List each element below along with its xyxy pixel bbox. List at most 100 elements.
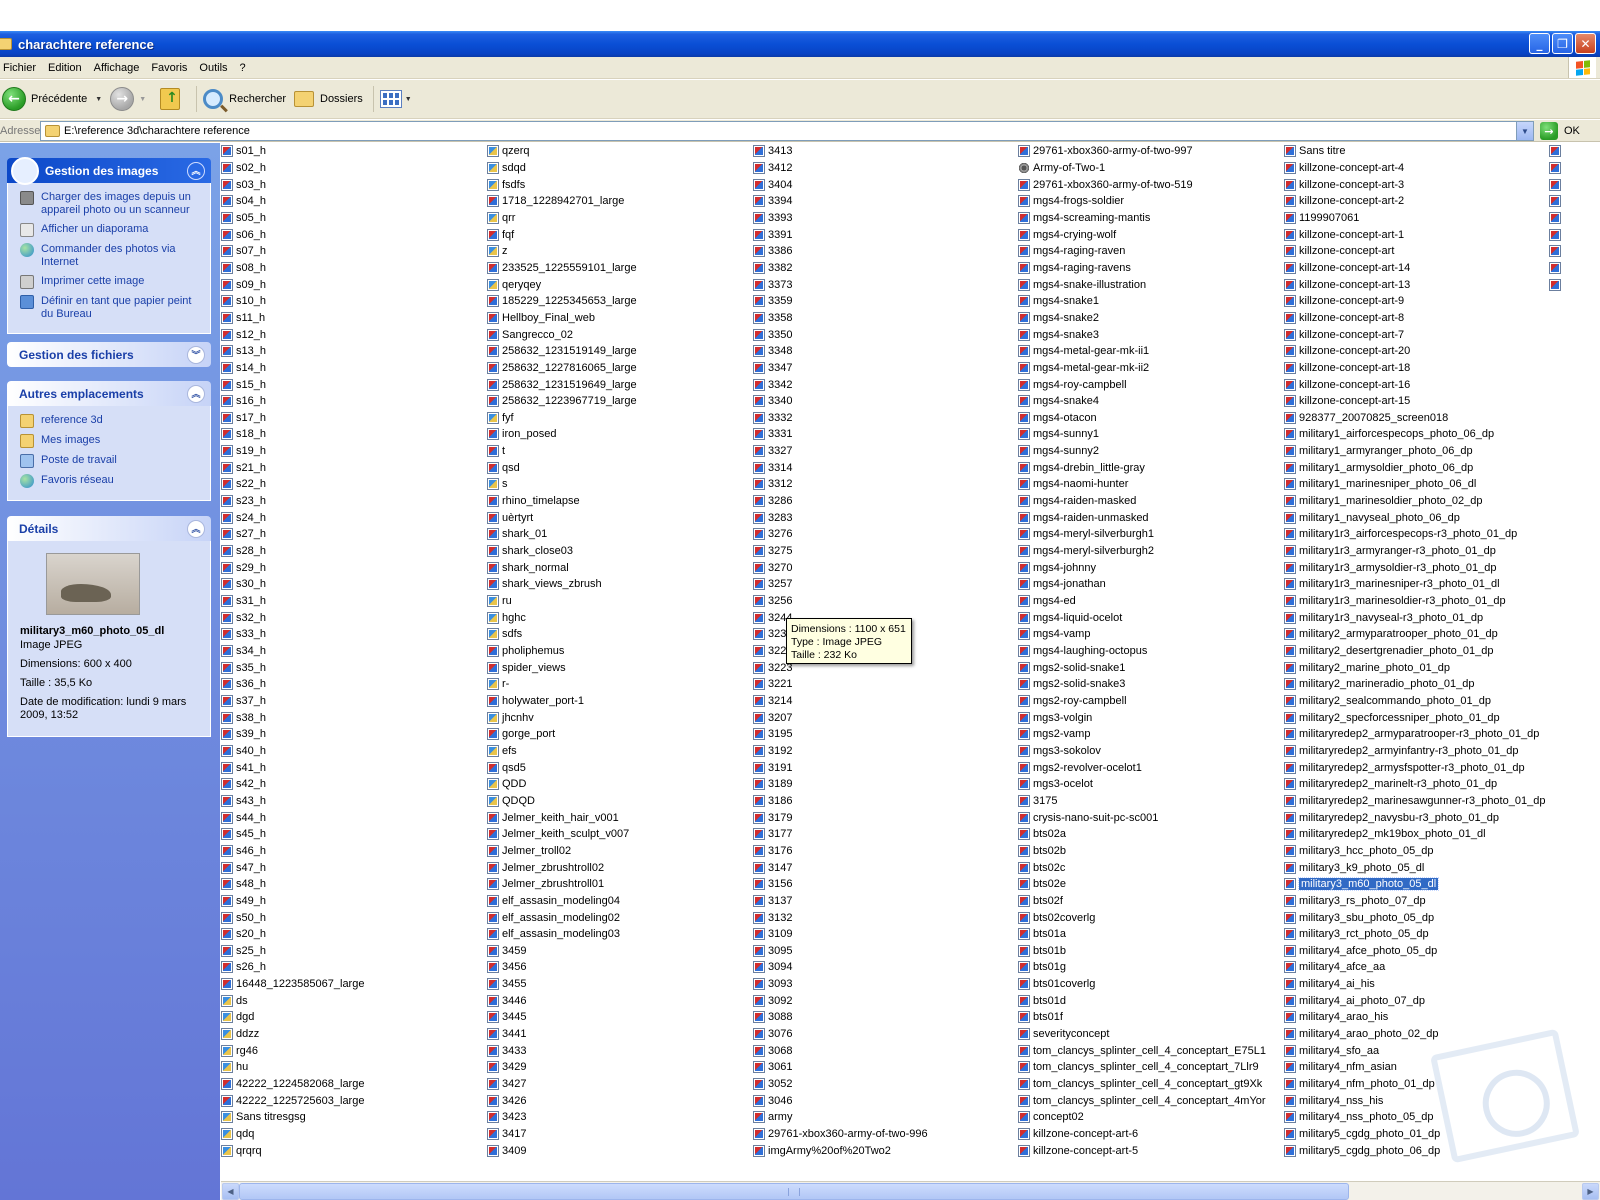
scroll-thumb[interactable] xyxy=(239,1183,1349,1200)
file-item[interactable]: s30_h xyxy=(221,576,364,593)
file-item[interactable]: 3207 xyxy=(753,709,928,726)
file-item[interactable]: 3276 xyxy=(753,526,928,543)
forward-button[interactable]: → ▼ xyxy=(108,84,152,114)
file-item[interactable]: 29761-xbox360-army-of-two-519 xyxy=(1018,176,1266,193)
file-item[interactable]: mgs4-snake-illustration xyxy=(1018,276,1266,293)
file-item[interactable]: s39_h xyxy=(221,726,364,743)
file-item-partial[interactable] xyxy=(1549,260,1592,277)
file-item[interactable]: s21_h xyxy=(221,459,364,476)
file-item[interactable]: 3179 xyxy=(753,809,928,826)
file-item[interactable]: 3094 xyxy=(753,959,928,976)
file-item[interactable]: s11_h xyxy=(221,310,364,327)
file-item[interactable]: 3175 xyxy=(1018,793,1266,810)
file-item[interactable]: s31_h xyxy=(221,593,364,610)
file-item[interactable]: 3046 xyxy=(753,1092,928,1109)
file-item[interactable]: 3348 xyxy=(753,343,928,360)
file-item[interactable]: s36_h xyxy=(221,676,364,693)
file-item[interactable]: gorge_port xyxy=(487,726,637,743)
file-item[interactable]: s08_h xyxy=(221,260,364,277)
file-item-partial[interactable] xyxy=(1549,193,1592,210)
file-item[interactable]: mgs4-snake3 xyxy=(1018,326,1266,343)
file-item[interactable]: military1r3_armysoldier-r3_photo_01_dp xyxy=(1284,559,1545,576)
file-item[interactable]: 3423 xyxy=(487,1109,637,1126)
file-item[interactable]: mgs2-revolver-ocelot1 xyxy=(1018,759,1266,776)
file-item[interactable]: jhcnhv xyxy=(487,709,637,726)
file-item[interactable]: 3092 xyxy=(753,992,928,1009)
file-item[interactable]: mgs3-volgin xyxy=(1018,709,1266,726)
file-item[interactable]: hghc xyxy=(487,609,637,626)
file-item[interactable]: military1r3_airforcespecops-r3_photo_01_… xyxy=(1284,526,1545,543)
file-item-partial[interactable] xyxy=(1549,143,1592,160)
file-item[interactable]: killzone-concept-art-6 xyxy=(1018,1126,1266,1143)
search-button[interactable]: Rechercher xyxy=(201,84,292,114)
file-item[interactable]: militaryredep2_marinelt-r3_photo_01_dp xyxy=(1284,776,1545,793)
file-item[interactable]: mgs4-crying-wolf xyxy=(1018,226,1266,243)
file-item[interactable]: mgs4-ed xyxy=(1018,593,1266,610)
file-item[interactable]: mgs4-otacon xyxy=(1018,410,1266,427)
file-item[interactable]: 3417 xyxy=(487,1126,637,1143)
task-slideshow[interactable]: Afficher un diaporama xyxy=(20,223,202,237)
file-item[interactable]: uèrtyrt xyxy=(487,509,637,526)
file-item[interactable]: rhino_timelapse xyxy=(487,493,637,510)
file-item[interactable]: bts02b xyxy=(1018,843,1266,860)
file-item[interactable]: 3270 xyxy=(753,559,928,576)
file-item[interactable]: 3109 xyxy=(753,926,928,943)
file-item[interactable]: severityconcept xyxy=(1018,1026,1266,1043)
file-item[interactable]: spider_views xyxy=(487,659,637,676)
file-item[interactable]: s50_h xyxy=(221,909,364,926)
file-item[interactable]: militaryredep2_armyparatrooper-r3_photo_… xyxy=(1284,726,1545,743)
file-item[interactable]: s17_h xyxy=(221,410,364,427)
menu-fichier[interactable]: Fichier xyxy=(0,62,42,74)
file-item[interactable]: mgs4-raging-raven xyxy=(1018,243,1266,260)
file-item[interactable]: bts02a xyxy=(1018,826,1266,843)
menu-edition[interactable]: Edition xyxy=(45,62,88,74)
file-item[interactable]: fqf xyxy=(487,226,637,243)
collapse-icon[interactable]: ︽ xyxy=(187,384,205,403)
file-item[interactable]: 42222_1224582068_large xyxy=(221,1076,364,1093)
file-item[interactable]: s29_h xyxy=(221,559,364,576)
chevron-down-icon[interactable]: ▼ xyxy=(405,96,412,103)
file-item[interactable]: shark_01 xyxy=(487,526,637,543)
chevron-down-icon[interactable]: ▼ xyxy=(95,96,102,103)
file-item[interactable]: mgs4-snake4 xyxy=(1018,393,1266,410)
file-item[interactable]: mgs3-ocelot xyxy=(1018,776,1266,793)
file-item-partial[interactable] xyxy=(1549,210,1592,227)
file-item[interactable]: 3192 xyxy=(753,743,928,760)
file-item[interactable]: mgs4-raiden-unmasked xyxy=(1018,509,1266,526)
file-item[interactable]: 3412 xyxy=(753,160,928,177)
file-item[interactable]: 3137 xyxy=(753,893,928,910)
file-item[interactable]: s46_h xyxy=(221,843,364,860)
file-item[interactable]: qrqrq xyxy=(221,1142,364,1159)
file-item[interactable]: mgs4-metal-gear-mk-ii1 xyxy=(1018,343,1266,360)
file-item[interactable]: fyf xyxy=(487,410,637,427)
file-item[interactable]: 3433 xyxy=(487,1042,637,1059)
file-item[interactable]: concept02 xyxy=(1018,1109,1266,1126)
file-item[interactable]: bts02c xyxy=(1018,859,1266,876)
task-print[interactable]: Imprimer cette image xyxy=(20,275,202,289)
file-item[interactable]: military1_marinesoldier_photo_02_dp xyxy=(1284,493,1545,510)
file-item[interactable]: bts02coverlg xyxy=(1018,909,1266,926)
file-item[interactable]: 3068 xyxy=(753,1042,928,1059)
file-item[interactable]: qsd xyxy=(487,459,637,476)
file-item[interactable]: 3061 xyxy=(753,1059,928,1076)
file-item[interactable]: 3409 xyxy=(487,1142,637,1159)
file-item[interactable]: 3382 xyxy=(753,260,928,277)
file-item[interactable]: 3426 xyxy=(487,1092,637,1109)
menu-help[interactable]: ? xyxy=(237,62,252,74)
file-item[interactable]: mgs4-raging-ravens xyxy=(1018,260,1266,277)
file-item[interactable]: Jelmer_keith_hair_v001 xyxy=(487,809,637,826)
file-item[interactable]: elf_assasin_modeling02 xyxy=(487,909,637,926)
file-item[interactable]: 258632_1227816065_large xyxy=(487,360,637,377)
file-item[interactable]: s23_h xyxy=(221,493,364,510)
file-item[interactable]: t xyxy=(487,443,637,460)
file-item[interactable]: 3283 xyxy=(753,509,928,526)
place-my-pictures[interactable]: Mes images xyxy=(20,434,202,448)
panel-header[interactable]: Détails ︽ xyxy=(7,516,211,541)
file-item[interactable]: Hellboy_Final_web xyxy=(487,310,637,327)
file-item[interactable]: 258632_1231519149_large xyxy=(487,343,637,360)
file-item[interactable]: killzone-concept-art-5 xyxy=(1018,1142,1266,1159)
file-item[interactable]: killzone-concept-art-14 xyxy=(1284,260,1545,277)
file-item[interactable]: killzone-concept-art-1 xyxy=(1284,226,1545,243)
file-item[interactable]: mgs4-meryl-silverburgh1 xyxy=(1018,526,1266,543)
file-item[interactable]: 3088 xyxy=(753,1009,928,1026)
